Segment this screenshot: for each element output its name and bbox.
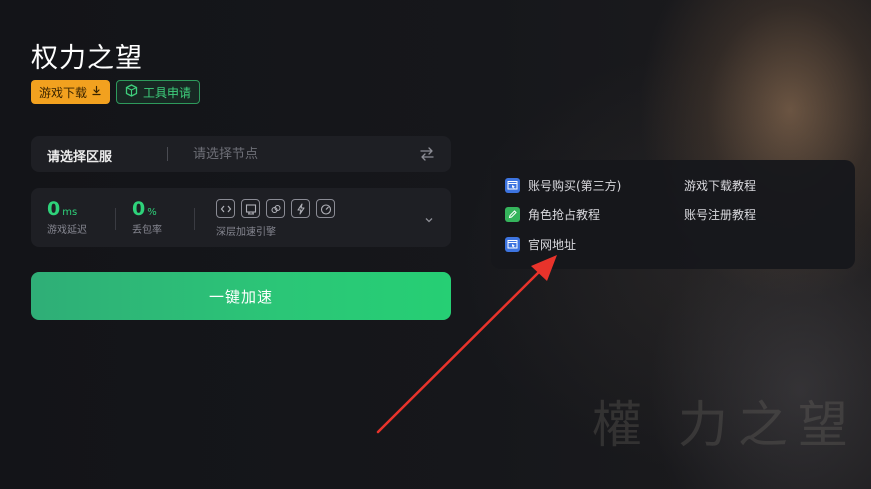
link-download-tutorial[interactable]: 游戏下载教程 [684,177,756,194]
latency-value: 0 [47,198,61,220]
link-icon[interactable] [266,199,285,218]
accelerate-button[interactable]: 一键加速 [31,272,451,320]
link-label: 游戏下载教程 [684,179,757,193]
link-official-site[interactable]: 官网地址 [505,236,576,253]
game-download-label: 游戏下载 [39,85,88,100]
link-label: 账号注册教程 [684,208,757,222]
lightning-icon[interactable] [291,199,310,218]
cube-icon [125,84,138,100]
screen-icon[interactable] [241,199,260,218]
code-icon[interactable] [216,199,235,218]
pencil-icon [505,207,520,222]
server-select-bar: 请选择区服 [31,136,451,172]
chevron-down-icon[interactable] [423,211,435,223]
quick-links-panel: 账号购买(第三方) 游戏下载教程 角色抢占教程 账号注册教程 官网地址 [491,160,855,269]
packet-loss-label: 丢包率 [132,225,162,236]
latency-stat: 0 ms 游戏延迟 [47,198,87,236]
engine-icons [216,199,335,218]
divider [167,147,168,161]
link-account-purchase[interactable]: 账号购买(第三方) [505,177,621,194]
server-select-dropdown[interactable]: 请选择区服 [47,146,112,165]
latency-label: 游戏延迟 [47,225,87,236]
packet-loss-stat: 0% 丢包率 [132,198,162,236]
download-icon [91,85,102,99]
link-register-tutorial[interactable]: 账号注册教程 [684,206,756,223]
packet-loss-unit: % [147,207,157,218]
window-cursor-icon [505,237,520,252]
latency-unit: ms [62,207,78,218]
game-download-button[interactable]: 游戏下载 [31,80,111,104]
divider [194,208,195,230]
link-role-tutorial[interactable]: 角色抢占教程 [505,206,600,223]
tool-apply-label: 工具申请 [143,85,192,100]
window-cursor-icon [505,178,520,193]
link-label: 官网地址 [528,238,577,252]
game-title: 权力之望 [31,43,143,74]
node-select-input[interactable] [193,143,403,165]
speedometer-icon[interactable] [316,199,335,218]
divider [115,208,116,230]
packet-loss-value: 0 [132,198,146,220]
tool-apply-button[interactable]: 工具申请 [116,80,201,104]
game-logo-watermark: 權 力之望 [592,396,858,454]
engine-label: 深层加速引擎 [216,227,276,238]
link-label: 角色抢占教程 [528,208,601,222]
link-label: 账号购买(第三方) [528,179,622,193]
stats-panel: 0 ms 游戏延迟 0% 丢包率 深层加速引擎 [31,188,451,247]
swap-icon[interactable] [419,146,435,162]
